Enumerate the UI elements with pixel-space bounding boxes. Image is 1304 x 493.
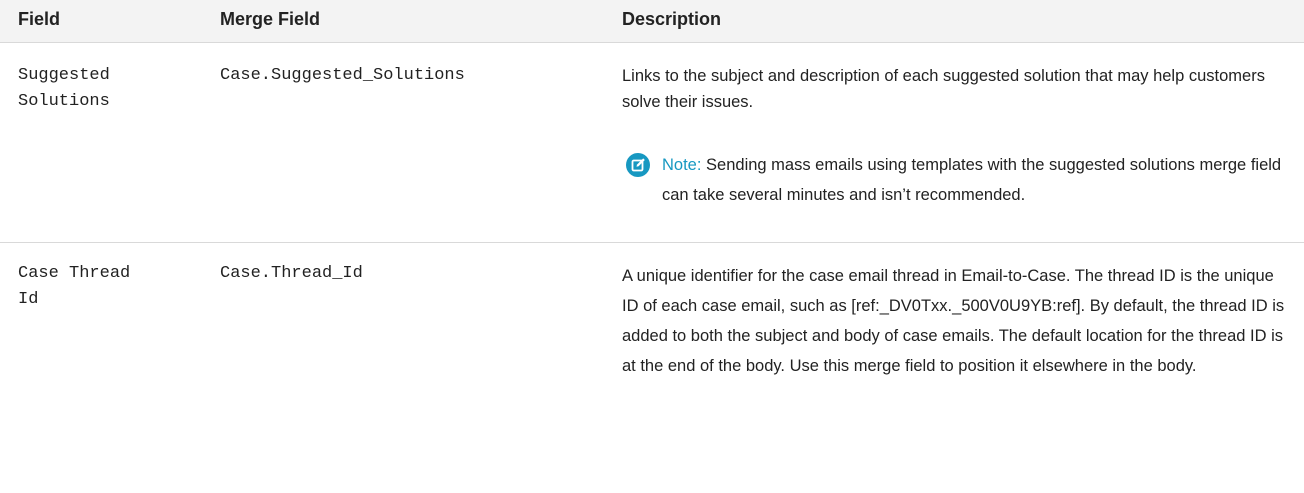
table-row: Case Thread Id Case.Thread_Id A unique i… <box>0 243 1304 493</box>
field-description: A unique identifier for the case email t… <box>622 267 1285 375</box>
note-label: Note: <box>662 156 702 174</box>
field-description: Links to the subject and description of … <box>622 67 1265 111</box>
field-name: Case Thread Id <box>18 264 131 309</box>
header-field: Field <box>18 9 61 29</box>
header-merge-field: Merge Field <box>220 9 321 29</box>
merge-field-name: Case.Suggested_Solutions <box>220 66 465 85</box>
table-header-row: Field Merge Field Description <box>0 0 1304 43</box>
merge-fields-table: Field Merge Field Description Suggested … <box>0 0 1304 493</box>
note-edit-icon <box>626 153 650 177</box>
merge-field-name: Case.Thread_Id <box>220 264 363 283</box>
note-text-block: Note: Sending mass emails using template… <box>662 150 1282 210</box>
note-body: Sending mass emails using templates with… <box>662 156 1282 204</box>
header-description: Description <box>622 9 722 29</box>
field-name: Suggested Solutions <box>18 66 110 111</box>
table-row: Suggested Solutions Case.Suggested_Solut… <box>0 43 1304 243</box>
